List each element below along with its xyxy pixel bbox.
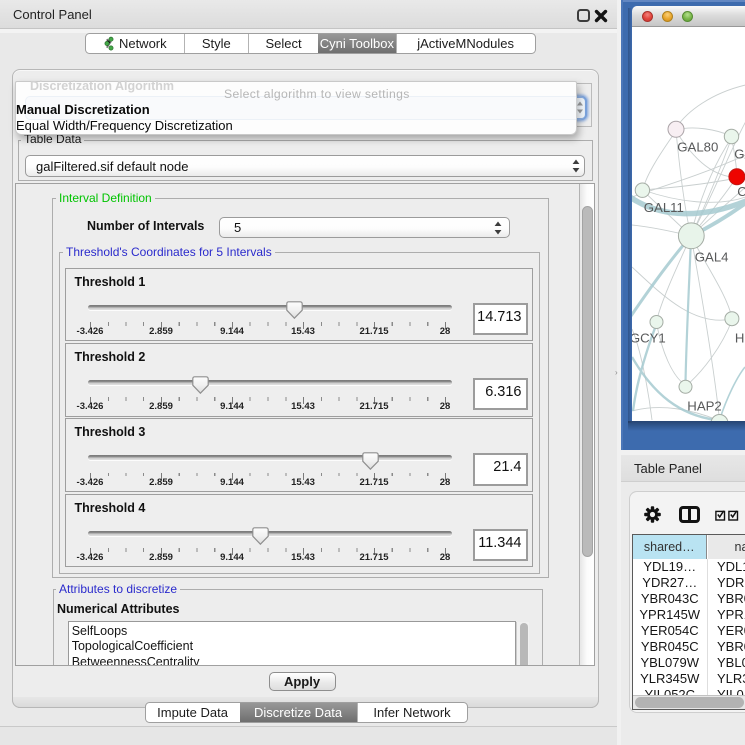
svg-text:GCY1: GCY1 <box>632 330 666 345</box>
svg-text:GAL11: GAL11 <box>643 200 683 215</box>
svg-text:HAP2: HAP2 <box>687 399 721 414</box>
svg-text:CD: CD <box>737 184 745 199</box>
svg-text:GAL4: GAL4 <box>694 249 728 264</box>
svg-text:GAL80: GAL80 <box>677 140 718 155</box>
svg-text:GAL: GAL <box>734 147 745 162</box>
svg-text:HIS: HIS <box>734 331 745 346</box>
